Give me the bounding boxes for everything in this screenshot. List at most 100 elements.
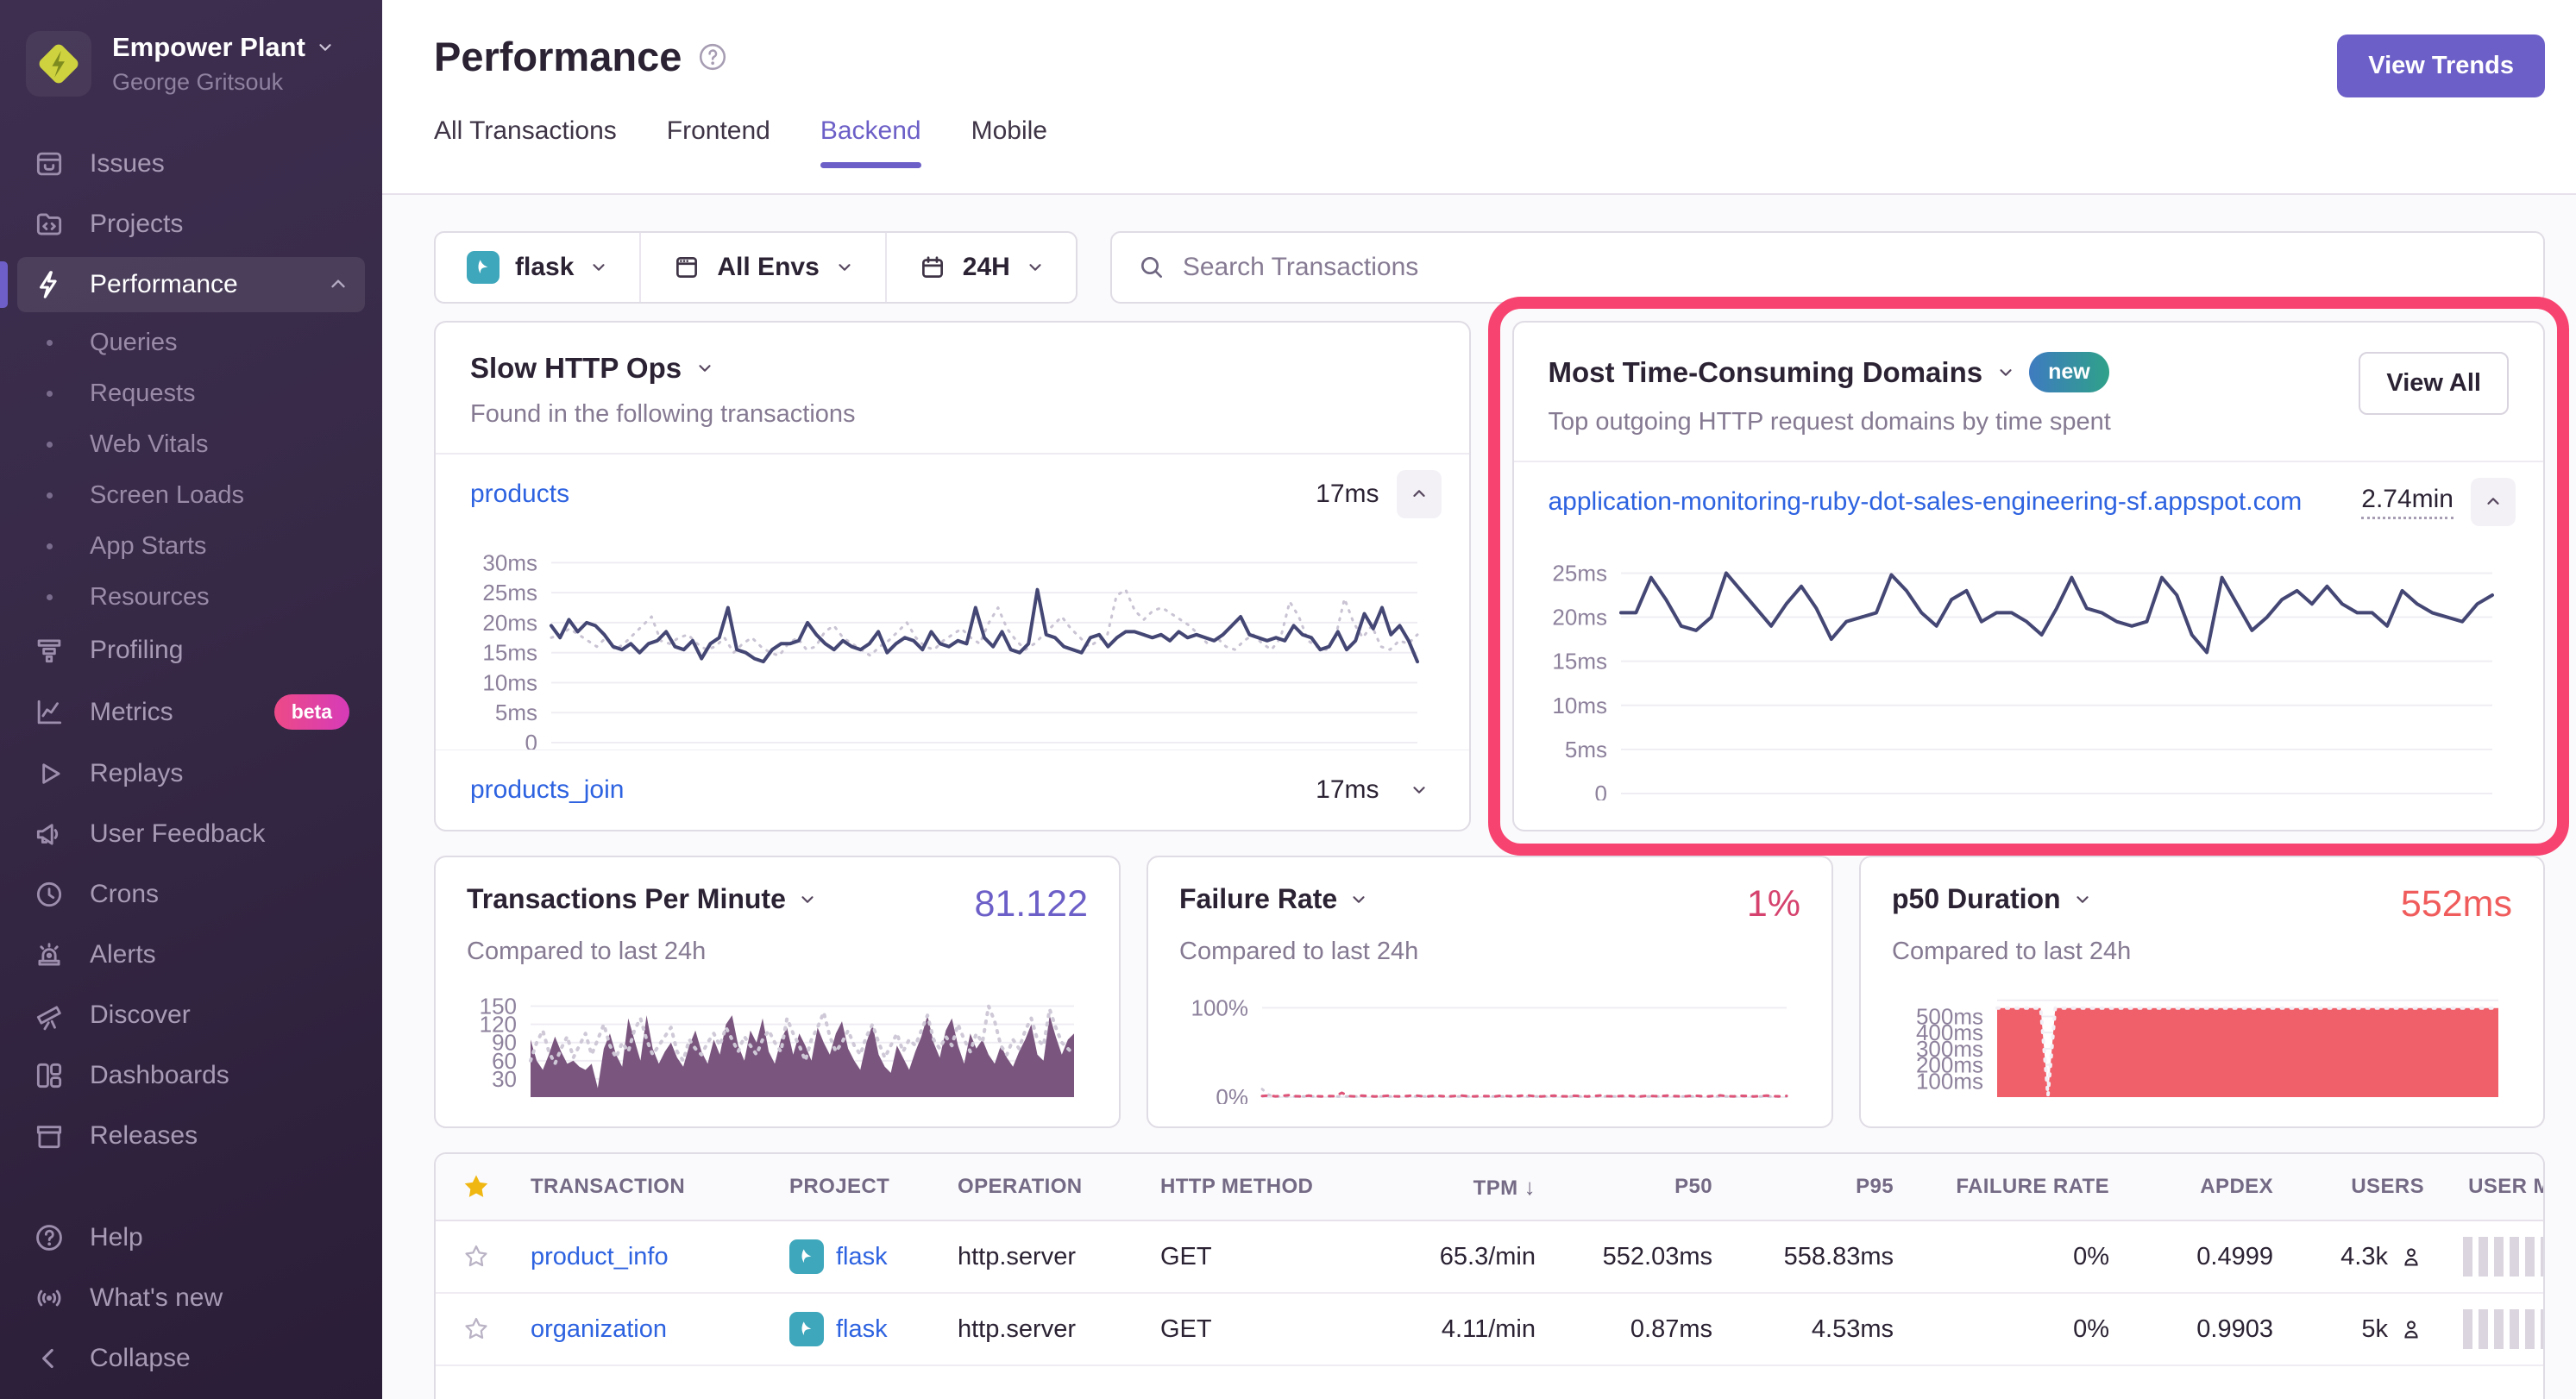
duration-value: 17ms <box>1316 480 1379 509</box>
transaction-link[interactable]: products_join <box>470 775 624 805</box>
sidebar-item-crons[interactable]: Crons <box>17 867 365 922</box>
sidebar-item-metrics[interactable]: Metrics beta <box>17 683 365 741</box>
tpm-title[interactable]: Transactions Per Minute <box>467 883 817 915</box>
svg-text:15ms: 15ms <box>1552 649 1607 674</box>
user-misery-bar <box>2463 1309 2545 1349</box>
svg-text:100%: 100% <box>1191 994 1249 1020</box>
replays-icon <box>33 757 66 790</box>
column-users[interactable]: USERS <box>2273 1175 2424 1199</box>
column-p50[interactable]: P50 <box>1536 1175 1712 1199</box>
project-filter[interactable]: flask <box>436 233 639 302</box>
project-link[interactable]: flask <box>836 1243 888 1271</box>
column-operation[interactable]: OPERATION <box>958 1175 1160 1199</box>
column-apdex[interactable]: APDEX <box>2109 1175 2273 1199</box>
date-range-value: 24H <box>963 253 1010 282</box>
profiling-icon <box>33 634 66 667</box>
user-icon <box>2398 1244 2424 1270</box>
sidebar-item-queries[interactable]: Queries <box>17 317 365 368</box>
view-trends-button[interactable]: View Trends <box>2337 35 2545 97</box>
chevron-down-icon <box>835 258 854 277</box>
sidebar-item-alerts[interactable]: Alerts <box>17 927 365 982</box>
column-tpm[interactable]: TPM ↓ <box>1372 1174 1536 1201</box>
sidebar-item-requests[interactable]: Requests <box>17 368 365 419</box>
p50-duration-card: p50 Duration 552ms Compared to last 24h … <box>1859 856 2545 1128</box>
flask-project-icon <box>789 1239 824 1274</box>
sidebar-item-resources[interactable]: Resources <box>17 572 365 623</box>
sidebar-item-label: Metrics <box>90 698 173 727</box>
issues-icon <box>33 147 66 180</box>
failure-rate-title[interactable]: Failure Rate <box>1179 883 1368 915</box>
org-switcher[interactable]: Empower Plant George Gritsouk <box>17 26 365 136</box>
user-misery-bar <box>2463 1237 2545 1277</box>
column-transaction[interactable]: TRANSACTION <box>531 1175 789 1199</box>
sidebar-item-projects[interactable]: Projects <box>17 197 365 252</box>
sidebar-item-label: Web Vitals <box>90 430 209 459</box>
sidebar-item-discover[interactable]: Discover <box>17 988 365 1043</box>
sidebar-item-user-feedback[interactable]: User Feedback <box>17 806 365 862</box>
chevron-left-icon <box>33 1342 66 1375</box>
sidebar-item-whats-new[interactable]: What's new <box>17 1270 365 1326</box>
chevron-down-icon <box>1410 781 1429 800</box>
date-range-filter[interactable]: 24H <box>885 233 1076 302</box>
column-user-misery[interactable]: USER MISERY <box>2424 1175 2545 1199</box>
sidebar-item-profiling[interactable]: Profiling <box>17 623 365 678</box>
domains-title[interactable]: Most Time-Consuming Domains new <box>1549 352 2111 392</box>
transaction-row: products_join 17ms <box>436 750 1469 830</box>
star-outline-icon[interactable] <box>462 1314 491 1344</box>
sidebar-item-web-vitals[interactable]: Web Vitals <box>17 419 365 470</box>
sidebar-item-label: App Starts <box>90 532 206 561</box>
project-link[interactable]: flask <box>836 1315 888 1344</box>
tab-frontend[interactable]: Frontend <box>667 116 770 166</box>
transaction-link[interactable]: products <box>470 480 569 509</box>
sidebar-item-dashboards[interactable]: Dashboards <box>17 1048 365 1103</box>
column-http-method[interactable]: HTTP METHOD <box>1160 1175 1372 1199</box>
p50-duration-chart: 500ms400ms300ms200ms100ms <box>1892 985 2512 1104</box>
sidebar-item-releases[interactable]: Releases <box>17 1108 365 1164</box>
sidebar-collapse-button[interactable]: Collapse <box>17 1331 365 1386</box>
sidebar-item-label: Help <box>90 1223 143 1252</box>
column-p95[interactable]: P95 <box>1712 1175 1894 1199</box>
env-filter[interactable]: All Envs <box>639 233 884 302</box>
sidebar-item-replays[interactable]: Replays <box>17 746 365 801</box>
p50-duration-title[interactable]: p50 Duration <box>1892 883 2092 915</box>
collapse-row-button[interactable] <box>1397 470 1442 518</box>
sidebar-item-label: User Feedback <box>90 819 265 849</box>
domains-chart: 25ms20ms15ms10ms5ms0 <box>1528 543 2506 800</box>
help-circle-icon[interactable] <box>697 41 728 72</box>
time-spent-value[interactable]: 2.74min <box>2361 485 2453 519</box>
empower-plant-logo-icon <box>30 35 87 92</box>
column-project[interactable]: PROJECT <box>789 1175 958 1199</box>
slow-http-ops-title[interactable]: Slow HTTP Ops <box>470 352 1435 385</box>
domain-link[interactable]: application-monitoring-ruby-dot-sales-en… <box>1549 487 2303 517</box>
tab-backend[interactable]: Backend <box>820 116 921 166</box>
tab-all-transactions[interactable]: All Transactions <box>434 116 617 166</box>
transaction-link[interactable]: organization <box>531 1315 789 1344</box>
star-outline-icon[interactable] <box>462 1242 491 1271</box>
transaction-link[interactable]: product_info <box>531 1243 789 1271</box>
star-filled-icon[interactable] <box>462 1172 491 1201</box>
collapse-row-button[interactable] <box>2471 478 2516 526</box>
view-all-button[interactable]: View All <box>2359 352 2509 415</box>
search-bar[interactable] <box>1110 231 2545 304</box>
help-icon <box>33 1221 66 1254</box>
dashboards-icon <box>33 1059 66 1092</box>
chevron-down-icon <box>798 890 817 909</box>
sidebar-item-performance[interactable]: Performance <box>17 257 365 312</box>
sidebar-item-label: Crons <box>90 880 159 909</box>
sidebar-item-screen-loads[interactable]: Screen Loads <box>17 470 365 521</box>
org-name: Empower Plant <box>112 32 305 63</box>
svg-text:0%: 0% <box>1216 1084 1248 1104</box>
chevron-up-icon <box>1410 485 1429 504</box>
column-failure-rate[interactable]: FAILURE RATE <box>1894 1175 2109 1199</box>
tab-mobile[interactable]: Mobile <box>971 116 1047 166</box>
sidebar-item-app-starts[interactable]: App Starts <box>17 521 365 572</box>
sidebar-item-label: Queries <box>90 329 178 357</box>
svg-text:0: 0 <box>1594 781 1606 800</box>
expand-row-button[interactable] <box>1397 766 1442 814</box>
search-input[interactable] <box>1183 253 2517 282</box>
sidebar-item-label: Replays <box>90 759 183 788</box>
tpm-value: 81.122 <box>974 883 1088 925</box>
sidebar-item-issues[interactable]: Issues <box>17 136 365 191</box>
sidebar-item-help[interactable]: Help <box>17 1210 365 1265</box>
sidebar-item-label: Resources <box>90 583 210 612</box>
